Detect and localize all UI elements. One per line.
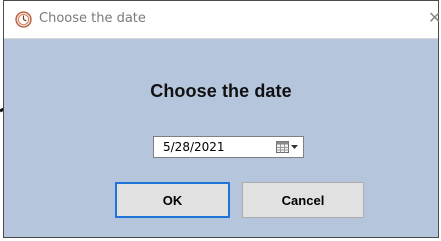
window-title: Choose the date	[39, 11, 146, 26]
cancel-button[interactable]: Cancel	[242, 182, 364, 218]
choose-date-dialog: Choose the date ✕ Choose the date 5/28/2…	[3, 0, 440, 238]
dialog-heading: Choose the date	[150, 81, 292, 101]
chevron-down-icon	[291, 145, 298, 149]
calendar-icon	[276, 141, 289, 153]
calendar-dropdown-button[interactable]	[271, 138, 303, 156]
close-icon: ✕	[428, 10, 440, 27]
date-value[interactable]: 5/28/2021	[154, 140, 271, 154]
date-picker[interactable]: 5/28/2021	[153, 136, 304, 158]
ok-button[interactable]: OK	[115, 182, 230, 218]
close-button[interactable]: ✕	[428, 9, 440, 29]
clock-icon	[15, 11, 32, 28]
title-bar: Choose the date ✕	[4, 1, 440, 39]
